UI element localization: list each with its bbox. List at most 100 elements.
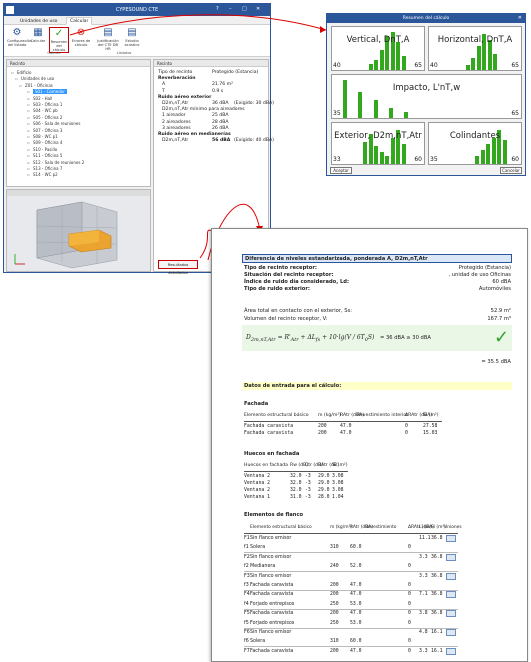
tree-item[interactable]: S14 - WC p2 (33, 172, 58, 177)
table-cell: 47.0 (350, 611, 362, 617)
table-cell: 29.0 (318, 481, 330, 486)
summary-panel[interactable]: Exterior, D2m,nT,Atr 33 60 (331, 122, 425, 165)
tree-item[interactable]: S03 - Oficina 1 (33, 102, 62, 107)
tree-item[interactable]: Z01 - Oficinas (25, 83, 53, 88)
tree-item[interactable]: Unidades de uso (21, 76, 54, 81)
histogram-bar (368, 64, 373, 70)
tree-item[interactable]: S05 - Oficina 2 (33, 115, 62, 120)
tree-item[interactable]: S13 - Oficina 7 (33, 166, 62, 171)
tab-unidades-de-uso[interactable]: Unidades de uso (16, 17, 61, 25)
tab-calcular[interactable]: Calcular (66, 17, 93, 25)
cancel-button[interactable]: Cancelar (500, 167, 522, 174)
formula-result: = 36 dBA ≥ 30 dBA (380, 335, 431, 341)
row-rule (244, 552, 458, 554)
summary-dialog-title: Resumen del cálculo (327, 14, 525, 23)
title-bar: CYPESOUND CTE ? – □ ✕ (4, 4, 270, 16)
table-cell: Solera (250, 639, 266, 645)
histogram-bar (379, 50, 384, 70)
table-header: Huecos en fachada (244, 463, 288, 468)
tree-node-icon: ▫ (11, 70, 14, 75)
dialog-close-icon[interactable]: ✕ (518, 15, 522, 21)
histogram-bar (396, 42, 401, 70)
tree-node-icon: ▫ (27, 140, 30, 146)
recinto-row-value: 21.76 m² (212, 82, 233, 88)
tree-item[interactable]: S01 - Comedor (33, 89, 67, 95)
summary-panel[interactable]: Vertical, DnT,A 40 65 (331, 26, 425, 71)
report-info-value: , unidad de uso Oficinas (448, 272, 512, 278)
tree-node-icon: ▫ (27, 159, 30, 165)
config-listado-button[interactable]: ⚙ Configuración del listado (7, 27, 32, 53)
maximize-button[interactable]: □ (242, 6, 247, 12)
table-rule (244, 471, 348, 472)
recinto-row-extra: (Exigido: 40 dBA) (234, 138, 274, 144)
summary-panel-max: 65 (511, 62, 519, 69)
table-cell: Sin flanco emisor (250, 536, 292, 541)
table-cell: 47.0 (340, 431, 352, 436)
volume-label: Volumen del recinto receptor, V: (244, 316, 328, 322)
table-cell: 200 (330, 611, 339, 617)
resumen-calculo-button[interactable]: ✓ Resumen del cálculo (49, 27, 69, 53)
histogram-bar (379, 152, 384, 164)
union-diagram (446, 591, 456, 599)
summary-panel-min: 35 (430, 156, 438, 163)
recinto-row-label: A (162, 82, 166, 88)
tree-item[interactable]: S12 - Sala de reuniones 2 (33, 160, 84, 165)
union-diagram (446, 610, 456, 618)
formula: D2m,nT,Atr = R'Atr + ΔLfs + 10·lg(V / 6T… (246, 334, 375, 344)
tree-item[interactable]: S04 - WC pb (33, 108, 58, 113)
minimize-button[interactable]: – (229, 6, 232, 12)
calcular-label: Calcular (30, 39, 46, 43)
volume-value: 167.7 m³ (487, 316, 511, 322)
ribbon: ⚙ Configuración del listado ▦ Calcular ✓… (4, 25, 270, 57)
tree-node-icon: ▫ (27, 95, 30, 101)
tree-item[interactable]: S11 - Oficina 5 (33, 153, 62, 158)
table-header: Revestimiento (365, 525, 397, 530)
help-button[interactable]: ? (216, 6, 219, 12)
recinto-header: Recinto (154, 60, 268, 67)
tree-item[interactable]: Edificio (17, 70, 31, 75)
gear-icon: ⚙ (12, 27, 22, 38)
report-title-bar: Diferencia de niveles estandarizada, pon… (242, 254, 512, 263)
table-cell: 3.8 (419, 611, 428, 617)
summary-panel-title: Vertical, DnT,A (346, 35, 410, 45)
table-cell: Forjado entrepisos (250, 601, 295, 607)
check-icon: ✓ (494, 327, 510, 348)
recinto-row-label: T (162, 88, 165, 94)
tree-item[interactable]: S06 - Sala de reuniones (33, 121, 80, 126)
justificacion-button[interactable]: ▤ Justificación del CTE DB HR (96, 27, 120, 53)
flank-code: F4 (244, 592, 250, 598)
summary-panel-max: 65 (511, 110, 519, 117)
table-cell: 1.04 (332, 495, 344, 500)
accept-button[interactable]: Aceptar (330, 167, 352, 174)
close-button[interactable]: ✕ (256, 6, 260, 12)
histogram-bar (486, 144, 491, 164)
table-cell: Ventana 2 (244, 488, 270, 493)
errores-calculo-button[interactable]: ⊗ Errores de cálculo (71, 27, 91, 53)
table-cell: 60.0 (350, 639, 362, 645)
3d-view[interactable] (6, 189, 151, 272)
summary-panel-title: Horizontal, DnT,A (437, 35, 513, 45)
histogram-bar (401, 144, 406, 164)
histogram-bar (373, 100, 378, 118)
recinto-row-label: Ruido aéreo en medianerías (158, 132, 231, 137)
tree-node-icon: ▫ (27, 166, 30, 171)
tree-item[interactable]: S10 - Pasillo (33, 147, 57, 152)
summary-panel[interactable]: Horizontal, DnT,A 40 65 (428, 26, 522, 71)
facade-title: Fachada (244, 401, 269, 407)
tree-item[interactable]: S09 - Oficina 4 (33, 140, 62, 145)
estudio-acustico-button[interactable]: ▤ Estudio acústico (122, 27, 142, 53)
tree-item[interactable]: S08 - WC p1 (33, 134, 58, 139)
tree-item[interactable]: S07 - Oficina 3 (33, 128, 62, 133)
calcular-button[interactable]: ▦ Calcular (28, 27, 48, 53)
table-cell: 53.0 (350, 620, 362, 626)
flank-code: F5 (244, 611, 250, 617)
table-header: Li (m) (419, 525, 432, 530)
table-cell: 31.0 (290, 495, 302, 500)
table-cell: 3.08 (332, 474, 344, 479)
summary-panel-max: 60 (511, 156, 519, 163)
summary-panel[interactable]: Impacto, L'nT,w 35 65 (331, 74, 522, 119)
tree-item[interactable]: S02 - Hall (33, 96, 52, 101)
resultados-detallados-button[interactable]: Resultados detallados (158, 260, 198, 275)
summary-panel[interactable]: Colindantes 35 60 (428, 122, 522, 165)
area-value: 52.9 m² (490, 308, 511, 314)
